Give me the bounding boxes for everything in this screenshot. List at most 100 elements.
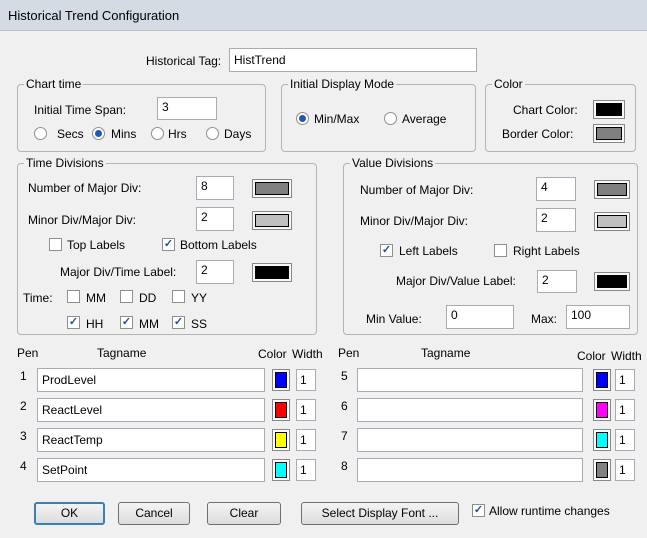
time-unit-secs-radio[interactable] (34, 127, 47, 140)
border-color-label: Border Color: (502, 127, 574, 141)
time-mm-checkbox[interactable]: ✓ (120, 316, 133, 329)
pen-number: 8 (341, 459, 348, 473)
display-mode-title: Initial Display Mode (288, 77, 397, 91)
pen-width-input[interactable]: 1 (615, 369, 635, 391)
value-label-color-button[interactable] (594, 272, 630, 291)
value-label-div-input[interactable]: 2 (537, 270, 577, 293)
value-major-color-button[interactable] (594, 180, 630, 199)
initial-span-label: Initial Time Span: (34, 103, 127, 117)
pen-color-swatch (596, 372, 608, 388)
display-mode-minmax-radio[interactable] (296, 112, 309, 125)
time-hh-label: HH (86, 317, 104, 331)
pen-color-button[interactable] (272, 459, 290, 481)
clear-button[interactable]: Clear (207, 502, 281, 525)
time-label-color-button[interactable] (252, 263, 292, 282)
time-label-div-input[interactable]: 2 (196, 260, 234, 284)
pen-color-button[interactable] (272, 369, 290, 391)
pen-color-swatch (275, 462, 287, 478)
chart-color-button[interactable] (593, 100, 625, 119)
select-font-button[interactable]: Select Display Font ... (301, 502, 459, 525)
time-major-label: Number of Major Div: (28, 181, 142, 195)
time-minor-color-button[interactable] (252, 211, 292, 230)
time-unit-hrs-radio[interactable] (151, 127, 164, 140)
chart-color-swatch (596, 103, 622, 116)
top-labels-checkbox[interactable] (49, 238, 62, 251)
border-color-button[interactable] (593, 124, 625, 143)
pen-tagname-input[interactable] (357, 398, 583, 422)
chart-color-label: Chart Color: (513, 103, 578, 117)
pen-width-input[interactable]: 1 (615, 429, 635, 451)
bottom-labels-checkbox[interactable]: ✓ (162, 238, 175, 251)
color-header-left: Color (258, 347, 287, 361)
time-label-color-swatch (255, 266, 289, 279)
time-ss-checkbox[interactable]: ✓ (172, 316, 185, 329)
cancel-button[interactable]: Cancel (118, 502, 190, 525)
display-mode-average-label: Average (402, 112, 447, 126)
date-mm-label: MM (86, 291, 106, 305)
ok-button[interactable]: OK (34, 502, 105, 525)
pen-color-swatch (596, 402, 608, 418)
allow-runtime-label: Allow runtime changes (489, 504, 610, 518)
pen-tagname-input[interactable] (357, 428, 583, 452)
value-label-div-label: Major Div/Value Label: (396, 274, 516, 288)
value-minor-input[interactable]: 2 (536, 208, 576, 232)
allow-runtime-checkbox[interactable]: ✓ (472, 504, 485, 517)
historical-tag-input[interactable]: HistTrend (229, 48, 477, 72)
pen-color-button[interactable] (272, 429, 290, 451)
pen-width-input[interactable]: 1 (615, 399, 635, 421)
pen-color-swatch (275, 372, 287, 388)
display-mode-minmax-label: Min/Max (314, 112, 360, 126)
time-hh-checkbox[interactable]: ✓ (67, 316, 80, 329)
pen-number: 4 (20, 459, 27, 473)
pen-tagname-input[interactable]: ReactLevel (37, 398, 265, 422)
min-value-label: Min Value: (366, 312, 422, 326)
left-labels-checkbox[interactable]: ✓ (380, 244, 393, 257)
initial-span-input[interactable]: 3 (157, 97, 217, 120)
time-major-color-button[interactable] (252, 179, 292, 198)
time-unit-mins-radio[interactable] (92, 127, 105, 140)
display-mode-group: Initial Display Mode (281, 77, 476, 152)
pen-color-button[interactable] (272, 399, 290, 421)
tagname-header-left: Tagname (97, 346, 147, 360)
time-minor-input[interactable]: 2 (196, 207, 234, 231)
time-unit-mins-label: Mins (111, 127, 137, 141)
pen-tagname-input[interactable] (357, 368, 583, 392)
historical-tag-label: Historical Tag: (146, 54, 222, 68)
pen-tagname-input[interactable]: ReactTemp (37, 428, 265, 452)
max-value-label: Max: (531, 312, 558, 326)
value-major-input[interactable]: 4 (536, 177, 576, 201)
time-unit-days-radio[interactable] (206, 127, 219, 140)
pen-width-input[interactable]: 1 (296, 429, 316, 451)
pen-color-button[interactable] (593, 399, 611, 421)
time-minor-label: Minor Div/Major Div: (28, 213, 137, 227)
min-value-input[interactable]: 0 (446, 305, 514, 329)
time-major-input[interactable]: 8 (196, 176, 234, 200)
pen-number: 3 (20, 429, 27, 443)
pen-width-input[interactable]: 1 (615, 459, 635, 481)
pen-tagname-input[interactable] (357, 458, 583, 482)
value-minor-color-swatch (597, 215, 627, 228)
pen-width-input[interactable]: 1 (296, 459, 316, 481)
pen-number: 6 (341, 399, 348, 413)
value-divisions-title: Value Divisions (350, 156, 436, 170)
max-value-input[interactable]: 100 (566, 305, 630, 329)
pen-color-button[interactable] (593, 369, 611, 391)
date-dd-checkbox[interactable] (120, 290, 133, 303)
right-labels-checkbox[interactable] (494, 244, 507, 257)
pen-color-button[interactable] (593, 429, 611, 451)
pen-color-button[interactable] (593, 459, 611, 481)
pen-number: 1 (20, 369, 27, 383)
pen-width-input[interactable]: 1 (296, 369, 316, 391)
time-format-label: Time: (23, 291, 53, 305)
chart-time-title: Chart time (24, 77, 84, 91)
value-minor-color-button[interactable] (594, 212, 630, 231)
pen-header-right: Pen (338, 346, 360, 360)
pen-width-input[interactable]: 1 (296, 399, 316, 421)
pen-tagname-input[interactable]: SetPoint (37, 458, 265, 482)
chart-time-group: Chart time (17, 77, 266, 152)
display-mode-average-radio[interactable] (384, 112, 397, 125)
date-yy-checkbox[interactable] (172, 290, 185, 303)
pen-color-swatch (275, 402, 287, 418)
pen-tagname-input[interactable]: ProdLevel (37, 368, 265, 392)
date-mm-checkbox[interactable] (67, 290, 80, 303)
